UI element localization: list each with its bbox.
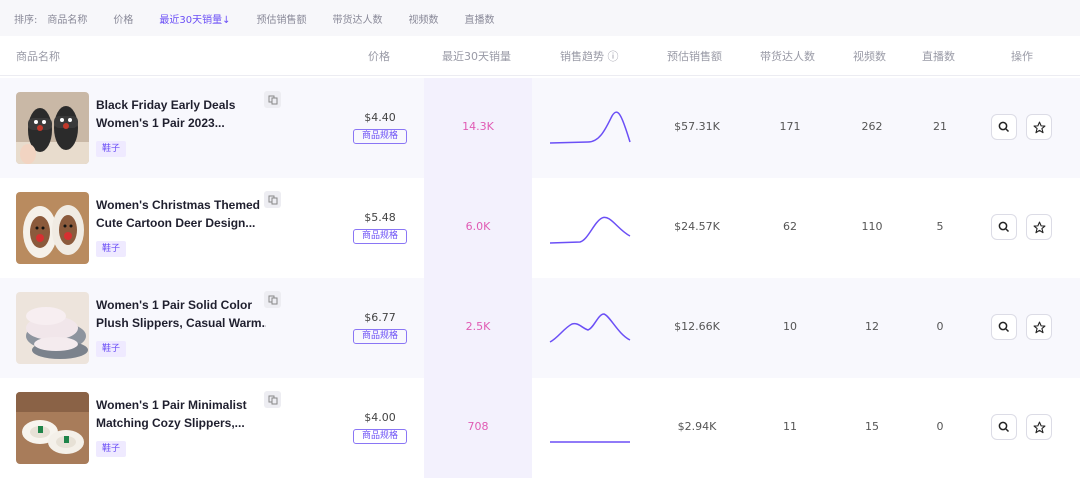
category-tag: 鞋子 (96, 341, 127, 357)
table-row[interactable]: Women's 1 Pair Solid Color Plush Slipper… (0, 278, 1080, 378)
videos-count: 110 (861, 220, 883, 233)
copy-icon (268, 195, 277, 204)
sort-option-lives[interactable]: 直播数 (464, 11, 494, 26)
star-icon (1033, 321, 1045, 333)
sort-option-creators[interactable]: 带货达人数 (332, 11, 382, 26)
lives-count: 5 (936, 220, 944, 233)
copy-icon (268, 95, 277, 104)
star-icon (1033, 421, 1045, 433)
product-title-line2: Women's 1 Pair 2023... (96, 116, 225, 130)
category-tag: 鞋子 (96, 241, 127, 257)
search-button[interactable] (991, 414, 1017, 440)
sort-option-sales-30d[interactable]: 最近30天销量↓ (159, 11, 230, 26)
col-header-product: 商品名称 (16, 50, 60, 63)
search-icon (998, 121, 1010, 133)
sales-30d-value: 14.3K (462, 120, 494, 133)
product-title[interactable]: Black Friday Early Deals Women's 1 Pair … (96, 96, 266, 132)
copy-icon (268, 295, 277, 304)
product-title-line1: Women's 1 Pair Solid Color (96, 298, 252, 312)
spec-button[interactable]: 商品规格 (353, 329, 407, 344)
revenue-value: $57.31K (674, 120, 720, 133)
videos-count: 12 (865, 320, 879, 333)
sales-trend-sparkline (549, 111, 631, 144)
spec-button[interactable]: 商品规格 (353, 229, 407, 244)
col-header-actions: 操作 (1011, 50, 1033, 63)
col-header-price: 价格 (368, 50, 390, 63)
price-value: $5.48 (364, 211, 396, 224)
copy-icon (268, 395, 277, 404)
col-header-trend: 销售趋势 ⓘ (560, 50, 619, 63)
product-thumbnail[interactable] (16, 192, 89, 264)
star-icon (1033, 121, 1045, 133)
search-icon (998, 321, 1010, 333)
search-icon (998, 221, 1010, 233)
revenue-value: $24.57K (674, 220, 720, 233)
revenue-value: $12.66K (674, 320, 720, 333)
table-header: 商品名称 价格 最近30天销量 销售趋势 ⓘ 预估销售额 带货达人数 视频数 直… (0, 36, 1080, 76)
col-header-videos: 视频数 (853, 50, 886, 63)
product-thumbnail[interactable] (16, 392, 89, 464)
copy-button[interactable] (264, 391, 281, 408)
favorite-button[interactable] (1026, 114, 1052, 140)
price-value: $6.77 (364, 311, 396, 324)
price-value: $4.40 (364, 111, 396, 124)
product-title-line2: Plush Slippers, Casual Warm... (96, 316, 266, 330)
search-icon (998, 421, 1010, 433)
col-header-creators: 带货达人数 (760, 50, 815, 63)
product-title[interactable]: Women's 1 Pair Solid Color Plush Slipper… (96, 296, 266, 332)
videos-count: 15 (865, 420, 879, 433)
price-value: $4.00 (364, 411, 396, 424)
spec-button[interactable]: 商品规格 (353, 429, 407, 444)
product-title-line1: Women's Christmas Themed (96, 198, 261, 212)
product-title-line1: Black Friday Early Deals (96, 98, 236, 112)
revenue-value: $2.94K (677, 420, 717, 433)
search-button[interactable] (991, 314, 1017, 340)
creators-count: 10 (783, 320, 797, 333)
sort-option-videos[interactable]: 视频数 (408, 11, 438, 26)
sales-trend-sparkline (549, 216, 631, 244)
product-thumbnail[interactable] (16, 292, 89, 364)
sort-option-revenue[interactable]: 预估销售额 (256, 11, 306, 26)
col-header-sales: 最近30天销量 (442, 50, 511, 63)
sort-option-price[interactable]: 价格 (113, 11, 133, 26)
product-title-line2: Cute Cartoon Deer Design... (96, 216, 256, 230)
lives-count: 21 (933, 120, 947, 133)
lives-count: 0 (936, 420, 944, 433)
table-row[interactable]: Women's Christmas Themed Cute Cartoon De… (0, 178, 1080, 278)
col-header-revenue: 预估销售额 (667, 50, 722, 63)
product-title-line1: Women's 1 Pair Minimalist (96, 398, 247, 412)
search-button[interactable] (991, 214, 1017, 240)
favorite-button[interactable] (1026, 314, 1052, 340)
sort-label: 排序: (14, 14, 38, 26)
favorite-button[interactable] (1026, 414, 1052, 440)
copy-button[interactable] (264, 291, 281, 308)
creators-count: 171 (779, 120, 801, 133)
category-tag: 鞋子 (96, 441, 127, 457)
sort-bar: 排序: 商品名称 价格 最近30天销量↓ 预估销售额 带货达人数 视频数 直播数 (0, 0, 1080, 36)
creators-count: 11 (783, 420, 797, 433)
copy-button[interactable] (264, 91, 281, 108)
spec-button[interactable]: 商品规格 (353, 129, 407, 144)
copy-button[interactable] (264, 191, 281, 208)
product-title-line2: Matching Cozy Slippers,... (96, 416, 245, 430)
sales-trend-sparkline (549, 313, 631, 343)
creators-count: 62 (783, 220, 797, 233)
lives-count: 0 (936, 320, 944, 333)
videos-count: 262 (861, 120, 883, 133)
table-row[interactable]: Women's 1 Pair Minimalist Matching Cozy … (0, 378, 1080, 478)
sales-trend-sparkline (550, 441, 630, 443)
sales-30d-value: 6.0K (465, 220, 491, 233)
product-title[interactable]: Women's 1 Pair Minimalist Matching Cozy … (96, 396, 266, 432)
sales-30d-value: 708 (467, 420, 489, 433)
product-title[interactable]: Women's Christmas Themed Cute Cartoon De… (96, 196, 266, 232)
favorite-button[interactable] (1026, 214, 1052, 240)
search-button[interactable] (991, 114, 1017, 140)
table-row[interactable]: Black Friday Early Deals Women's 1 Pair … (0, 78, 1080, 178)
sort-option-name[interactable]: 商品名称 (47, 11, 87, 26)
sales-30d-value: 2.5K (465, 320, 491, 333)
col-header-lives: 直播数 (922, 50, 955, 63)
star-icon (1033, 221, 1045, 233)
category-tag: 鞋子 (96, 141, 127, 157)
product-thumbnail[interactable] (16, 92, 89, 164)
